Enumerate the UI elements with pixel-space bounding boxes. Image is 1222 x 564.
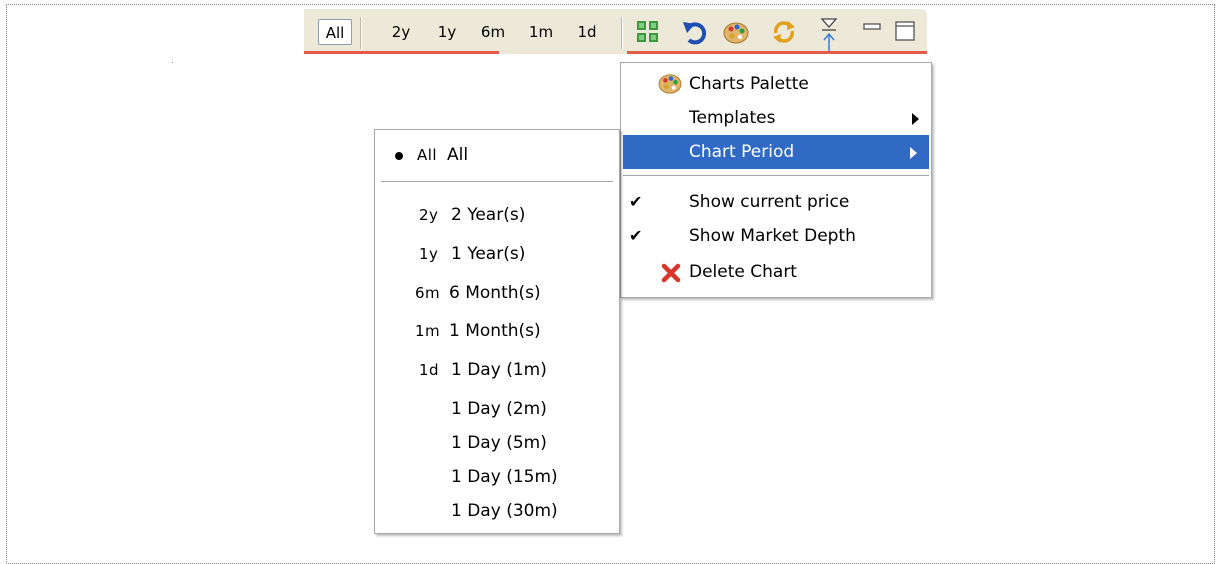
checkmark-icon: ✔ bbox=[629, 226, 643, 245]
undo-icon[interactable] bbox=[681, 18, 709, 46]
menu-item-label: Delete Chart bbox=[689, 262, 797, 282]
menu-item-charts-palette[interactable]: Charts Palette bbox=[621, 67, 931, 101]
menu-item-label: Show Market Depth bbox=[689, 226, 856, 246]
layout-grid-icon[interactable] bbox=[634, 18, 662, 46]
period-item[interactable]: 1 Day (2m) bbox=[375, 392, 619, 426]
period-label: 1 Year(s) bbox=[451, 244, 526, 264]
toolbar-separator bbox=[360, 17, 362, 49]
stray-pixel bbox=[172, 62, 173, 63]
menu-item-show-current-price[interactable]: ✔ Show current price bbox=[621, 185, 931, 219]
period-abbr: 6m bbox=[415, 284, 441, 302]
chart-toolbar: All 2y 1y 6m 1m 1d bbox=[304, 9, 927, 54]
period-label: 1 Day (5m) bbox=[451, 433, 547, 453]
period-item[interactable]: 1m 1 Month(s) bbox=[375, 314, 619, 348]
menu-separator bbox=[381, 181, 613, 183]
minimize-icon[interactable] bbox=[859, 18, 887, 46]
menu-item-label: Show current price bbox=[689, 192, 850, 212]
selected-bullet-icon bbox=[395, 152, 403, 160]
period-button-1m[interactable]: 1m bbox=[526, 19, 556, 45]
menu-separator bbox=[623, 175, 929, 177]
menu-item-show-market-depth[interactable]: ✔ Show Market Depth bbox=[621, 219, 931, 253]
refresh-icon[interactable] bbox=[770, 18, 798, 46]
period-abbr: All bbox=[417, 146, 438, 164]
period-label: 2 Year(s) bbox=[451, 205, 526, 225]
palette-icon bbox=[658, 74, 682, 94]
period-item[interactable]: 1 Day (5m) bbox=[375, 426, 619, 460]
toolbar-underline-gap bbox=[499, 51, 627, 54]
submenu-arrow-icon bbox=[910, 147, 917, 159]
menu-item-label: Charts Palette bbox=[689, 74, 809, 94]
period-abbr: 1m bbox=[415, 322, 441, 340]
view-menu-icon[interactable] bbox=[816, 15, 842, 51]
period-item[interactable]: 1 Day (15m) bbox=[375, 460, 619, 494]
period-label: 1 Day (15m) bbox=[451, 467, 558, 487]
period-button-2y[interactable]: 2y bbox=[388, 19, 414, 45]
period-label: 1 Day (30m) bbox=[451, 501, 558, 521]
period-button-1y[interactable]: 1y bbox=[434, 19, 460, 45]
period-abbr: 1y bbox=[419, 245, 439, 263]
period-item-all[interactable]: All All bbox=[375, 138, 619, 172]
period-abbr: 2y bbox=[419, 206, 439, 224]
period-label: 1 Day (1m) bbox=[451, 360, 547, 380]
period-label: 1 Month(s) bbox=[449, 321, 541, 341]
toolbar-separator bbox=[621, 17, 623, 49]
maximize-icon[interactable] bbox=[892, 18, 920, 46]
chart-period-submenu: All All 2y 2 Year(s) 1y 1 Year(s) 6m 6 M… bbox=[374, 129, 620, 534]
submenu-arrow-icon bbox=[912, 113, 919, 125]
period-item[interactable]: 1y 1 Year(s) bbox=[375, 237, 619, 271]
menu-item-templates[interactable]: Templates bbox=[621, 101, 931, 135]
period-item[interactable]: 1d 1 Day (1m) bbox=[375, 353, 619, 387]
period-button-all[interactable]: All bbox=[318, 19, 352, 45]
menu-item-delete-chart[interactable]: Delete Chart bbox=[621, 255, 931, 289]
period-button-6m[interactable]: 6m bbox=[476, 19, 510, 45]
period-abbr: 1d bbox=[419, 361, 440, 379]
view-menu: Charts Palette Templates Chart Period ✔ … bbox=[620, 62, 932, 298]
period-label: All bbox=[447, 145, 469, 165]
menu-item-chart-period[interactable]: Chart Period bbox=[623, 135, 929, 169]
palette-icon[interactable] bbox=[722, 18, 750, 46]
period-item[interactable]: 1 Day (30m) bbox=[375, 494, 619, 528]
period-label: 1 Day (2m) bbox=[451, 399, 547, 419]
checkmark-icon: ✔ bbox=[629, 192, 643, 211]
period-item[interactable]: 6m 6 Month(s) bbox=[375, 276, 619, 310]
delete-icon bbox=[661, 263, 681, 283]
period-item[interactable]: 2y 2 Year(s) bbox=[375, 198, 619, 232]
menu-item-label: Chart Period bbox=[689, 142, 795, 162]
period-button-1d[interactable]: 1d bbox=[574, 19, 600, 45]
menu-item-label: Templates bbox=[689, 108, 776, 128]
period-label: 6 Month(s) bbox=[449, 283, 541, 303]
